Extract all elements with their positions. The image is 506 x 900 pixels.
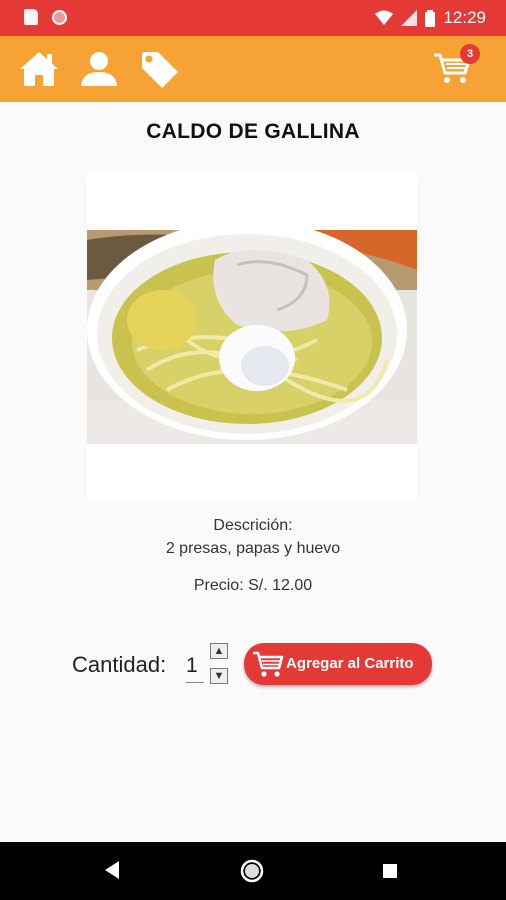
product-image [87,230,417,444]
page-title: CALDO DE GALLINA [146,120,360,143]
quantity-label: Cantidad: [72,652,167,677]
tag-icon[interactable] [138,48,180,90]
quantity-up-button[interactable]: ▲ [210,643,228,659]
home-nav-icon[interactable] [240,859,264,883]
description-text: 2 presas, papas y huevo [165,540,341,557]
sd-card-icon [24,9,38,25]
app-bar: 3 [0,36,506,102]
home-icon[interactable] [18,48,60,90]
quantity-down-button[interactable]: ▼ [210,668,228,684]
cart-button[interactable]: 3 [432,44,480,90]
wifi-icon [375,10,394,25]
recents-icon[interactable] [382,863,398,879]
back-icon[interactable] [103,860,121,880]
record-icon [52,9,67,25]
clock: 12:29 [443,8,486,27]
battery-icon [425,9,436,27]
add-to-cart-label: Agregar al Carrito [286,655,414,672]
cart-icon [253,651,284,677]
cart-badge: 3 [460,44,480,64]
quantity-input[interactable] [186,650,204,683]
status-bar: 12:29 [0,0,506,36]
user-icon[interactable] [78,48,120,90]
add-to-cart-button[interactable]: Agregar al Carrito [244,643,432,685]
price-text: Precio: S/. 12.00 [193,577,313,594]
system-nav-bar [0,842,506,900]
description-label: Descrición: [213,517,293,534]
signal-icon [401,10,418,26]
